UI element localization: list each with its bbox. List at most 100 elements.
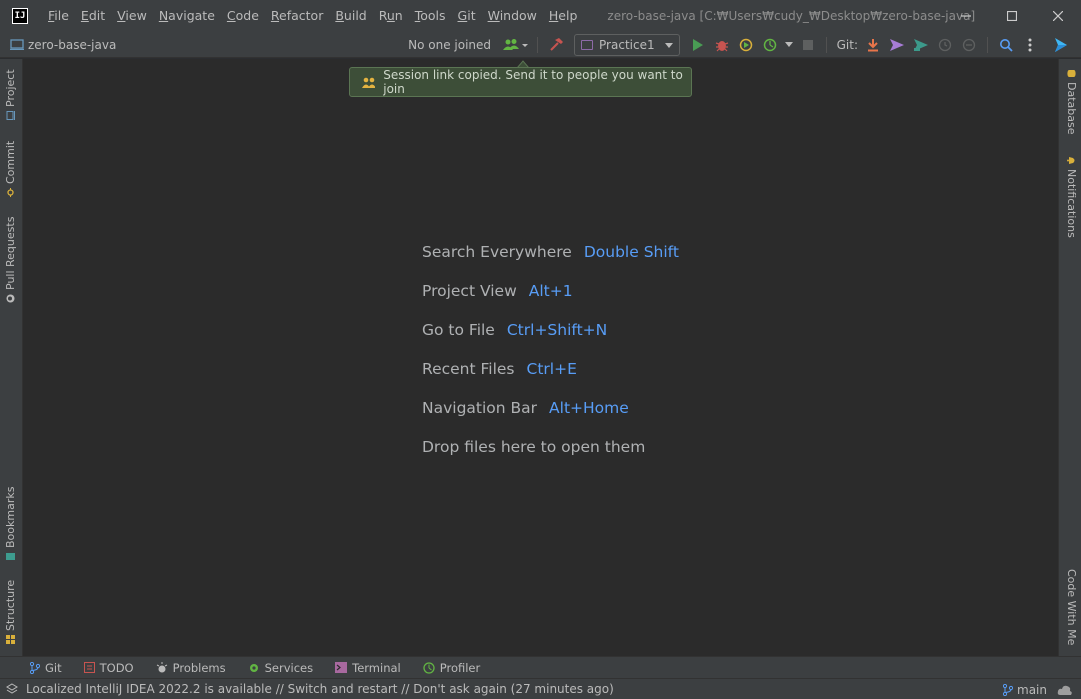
layers-icon[interactable] [6,683,18,695]
menu-label-post: elp [558,8,578,23]
tab-problems-label: Problems [172,660,226,675]
tab-commit[interactable]: Commit [4,141,17,197]
tab-notifications-label: Notifications [1065,169,1078,238]
hint-shortcut: Alt+1 [528,282,573,300]
toolbar-separator [825,37,827,53]
chevron-down-icon [664,42,673,48]
menu-run[interactable]: Run [373,0,409,32]
hammer-icon [550,38,564,51]
tab-commit-label: Commit [4,140,17,184]
hint-label: Recent Files [422,360,515,378]
run-with-coverage-button[interactable] [735,34,757,56]
minimize-button[interactable] [943,0,989,32]
main-toolbar: zero-base-java No one joined Practice1 G… [0,32,1081,58]
build-button[interactable] [545,34,567,56]
hint-label: Drop files here to open them [422,438,646,456]
git-history-button[interactable] [934,34,956,56]
run-config-icon [581,40,594,50]
menu-git[interactable]: Git [452,0,482,32]
status-message[interactable]: Localized IntelliJ IDEA 2022.2 is availa… [26,682,614,696]
tab-git[interactable]: Git [30,661,62,675]
menu-mnemonic: R [270,8,280,23]
menu-help[interactable]: Help [543,0,584,32]
people-icon [503,39,529,50]
git-branch-widget[interactable]: main [1003,683,1047,697]
menu-refactor[interactable]: Refactor [265,0,329,32]
window-controls [943,0,1081,32]
code-with-me-button[interactable] [502,34,530,56]
hint-label: Search Everywhere [422,243,572,261]
menu-navigate[interactable]: Navigate [153,0,221,32]
tab-project[interactable]: Project [4,69,17,120]
chevron-down-icon [784,42,793,47]
profile-button[interactable] [759,34,781,56]
session-link-notification: Session link copied. Send it to people y… [349,67,692,97]
tab-bookmarks-label: Bookmarks [4,486,17,548]
tab-pull-requests[interactable]: Pull Requests [4,217,17,303]
hint-drop-files: Drop files here to open them [422,438,679,477]
tab-todo[interactable]: TODO [83,661,134,675]
tab-services[interactable]: Services [248,660,314,675]
bottom-tool-bar: Git TODO Problems Services Terminal Prof… [0,656,1081,678]
coverage-icon [739,38,752,52]
hint-shortcut: Ctrl+E [526,360,577,378]
empty-editor-hints: Search Everywhere Double Shift Project V… [422,243,679,477]
stop-icon [802,40,813,50]
search-everywhere-button[interactable] [995,34,1017,56]
more-run-options-button[interactable] [783,34,795,56]
maximize-button[interactable] [989,0,1035,32]
tab-bookmarks[interactable]: Bookmarks [4,487,17,561]
menu-label-post: iew [125,8,147,23]
git-push-button[interactable] [910,34,932,56]
menu-label-post: ode [235,8,259,23]
menu-window[interactable]: Window [482,0,543,32]
tab-structure[interactable]: Structure [4,580,17,644]
tab-terminal[interactable]: Terminal [335,661,401,675]
menu-mnemonic: G [457,8,468,23]
git-branch-icon [30,661,40,674]
profiler-icon [763,38,776,52]
hint-shortcut: Ctrl+Shift+N [506,321,608,339]
run-config-selector[interactable]: Practice1 [574,34,680,56]
close-button[interactable] [1035,0,1081,32]
editor-empty-area[interactable]: Session link copied. Send it to people y… [23,59,1058,656]
menu-mnemonic: C [226,8,236,23]
menu-label-post: indow [499,8,537,23]
rollback-icon [962,38,976,52]
code-with-me-plugin-button[interactable] [1050,34,1072,56]
git-commit-button[interactable] [886,34,908,56]
menu-view[interactable]: View [111,0,153,32]
menu-tools[interactable]: Tools [409,0,452,32]
debug-button[interactable] [711,34,733,56]
project-breadcrumb[interactable]: zero-base-java [10,38,116,52]
git-rollback-button[interactable] [958,34,980,56]
todo-icon [83,662,95,673]
toolbar-actions: No one joined Practice1 Git: [408,32,1073,58]
tab-problems[interactable]: Problems [156,661,226,675]
git-label: Git: [836,38,858,52]
database-icon [1067,70,1076,77]
menu-edit[interactable]: Edit [75,0,111,32]
terminal-icon [335,662,348,673]
run-button[interactable] [687,34,709,56]
tab-database[interactable]: Database [1065,69,1078,135]
more-actions-button[interactable] [1019,34,1041,56]
tab-profiler[interactable]: Profiler [423,661,480,675]
git-update-button[interactable] [862,34,884,56]
menu-build[interactable]: Build [329,0,372,32]
toolbar-separator [987,37,988,53]
menu-file[interactable]: File [42,0,75,32]
tab-services-label: Services [264,660,314,675]
cloud-icon[interactable] [1057,684,1073,696]
tab-code-with-me[interactable]: Code With Me [1065,569,1078,645]
github-icon [6,294,15,303]
stop-button[interactable] [797,34,819,56]
hint-shortcut: Double Shift [583,243,679,261]
hint-navigation-bar: Navigation Bar Alt+Home [422,399,679,438]
hint-shortcut: Alt+Home [549,399,629,417]
hint-project-view: Project View Alt+1 [422,282,679,321]
menu-bar: File Edit View Navigate Code Refactor Build Run… [42,0,583,32]
menu-code[interactable]: Code [221,0,265,32]
search-icon [1000,39,1013,52]
tab-notifications[interactable]: Notifications [1065,156,1078,238]
